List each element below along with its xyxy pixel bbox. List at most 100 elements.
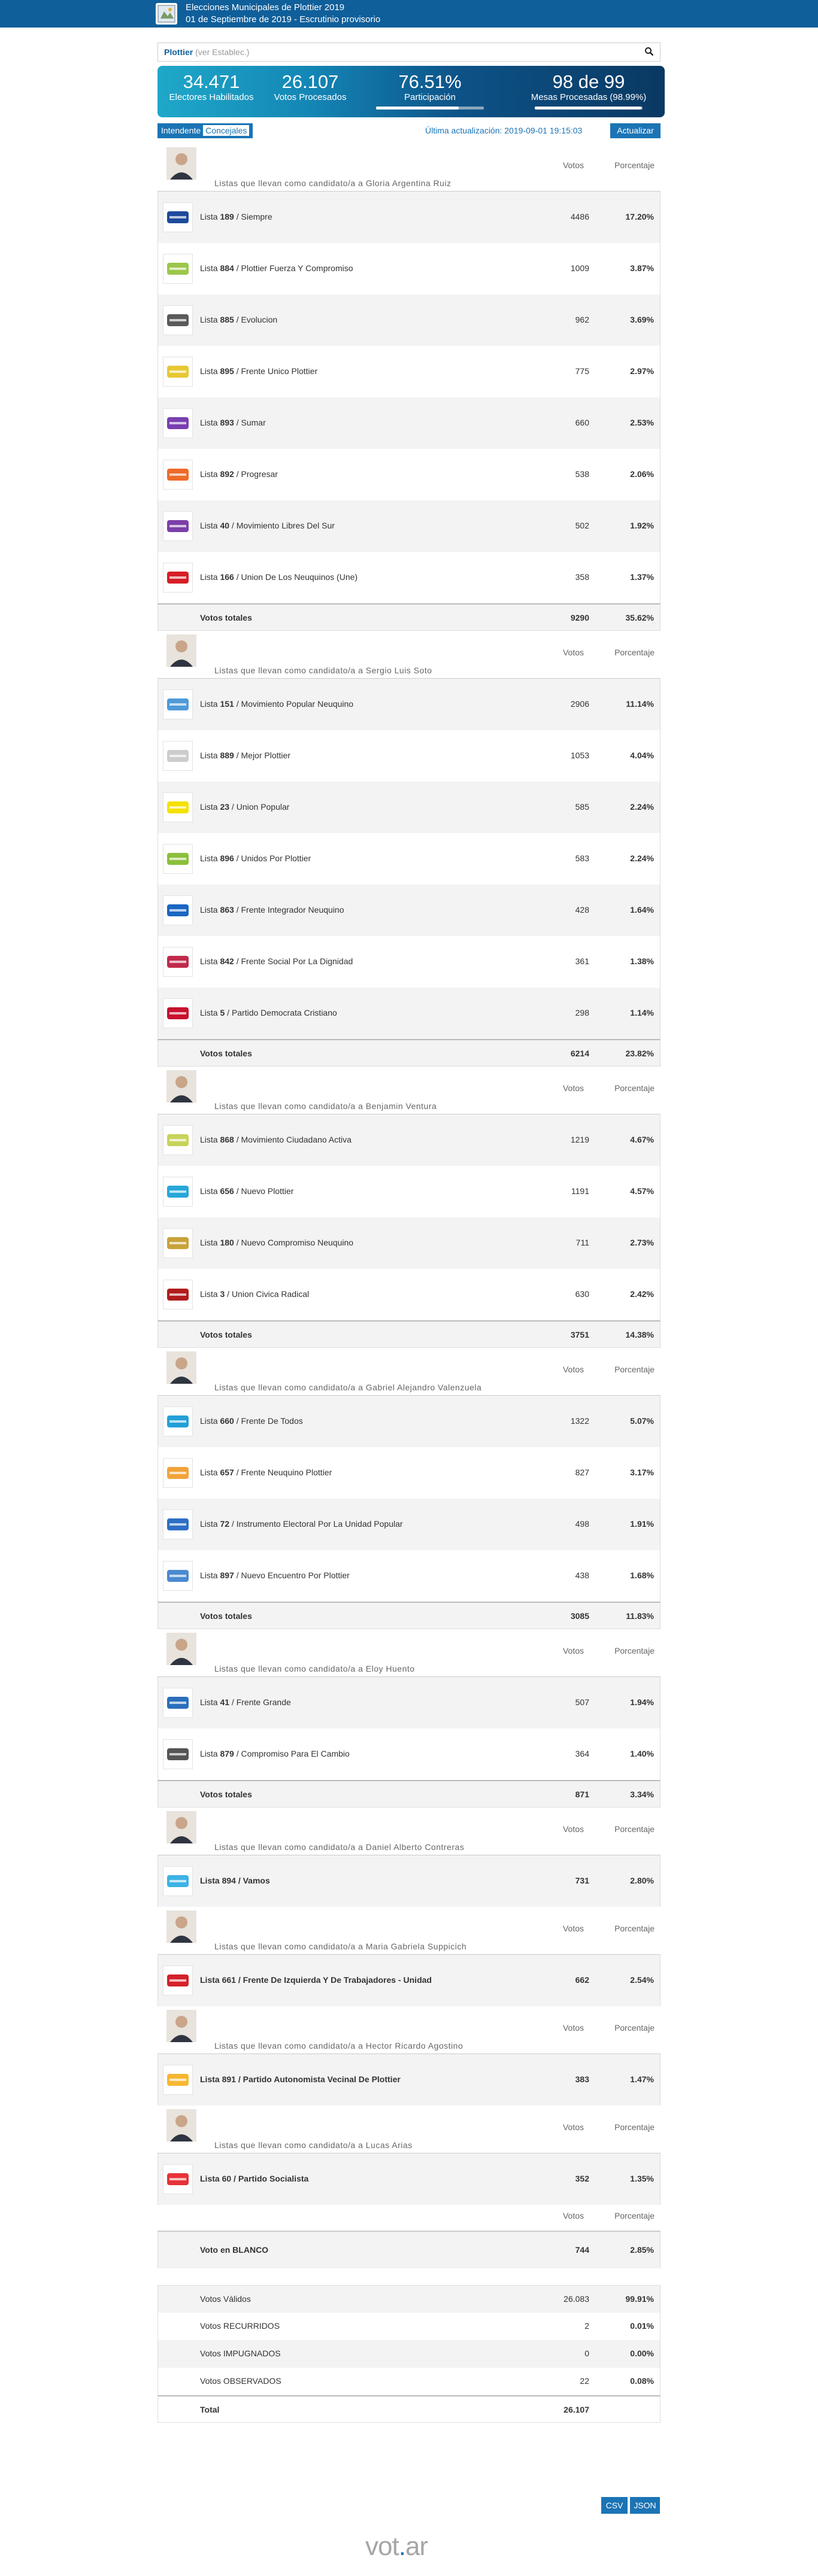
party-list-row[interactable]: Lista 41 / Frente Grande 507 1.94%: [157, 1677, 661, 1729]
brand-text-b: ar: [405, 2532, 428, 2561]
tab-intendente[interactable]: Intendente: [161, 126, 201, 135]
party-list-row[interactable]: Lista 895 / Frente Unico Plottier 775 2.97…: [157, 346, 661, 397]
party-list-row[interactable]: Lista 891 / Partido Autonomista Vecinal …: [157, 2054, 661, 2106]
party-list-row[interactable]: Lista 863 / Frente Integrador Neuquino 42…: [157, 885, 661, 936]
votos-column-header: Votos: [562, 648, 584, 657]
candidate-caption: Listas que llevan como candidato/a a Glo…: [214, 178, 452, 188]
party-list-row[interactable]: Lista 166 / Union De Los Neuquinos (Une)…: [157, 552, 661, 603]
party-list-row[interactable]: Lista 885 / Evolucion 962 3.69%: [157, 294, 661, 346]
lista-prefix: Lista: [200, 1008, 218, 1017]
list-votes: 2906: [570, 699, 589, 709]
list-votes: 1053: [570, 751, 589, 760]
party-list-row[interactable]: Lista 23 / Union Popular 585 2.24%: [157, 782, 661, 833]
candidate-caption: Listas que llevan como candidato/a a Elo…: [214, 1664, 415, 1673]
summary-votes: 26.083: [563, 2294, 589, 2304]
tab-concejales[interactable]: Concejales: [203, 125, 250, 136]
party-list-name: Lista 893 / Sumar: [200, 418, 266, 427]
party-logo-icon: [163, 2164, 193, 2194]
candidate-header: Listas que llevan como candidato/a a Dan…: [157, 1808, 661, 1855]
lista-party: Partido Democrata Cristiano: [231, 1008, 337, 1017]
party-list-row[interactable]: Lista 897 / Nuevo Encuentro Por Plottier…: [157, 1550, 661, 1602]
party-list-name: Lista 656 / Nuevo Plottier: [200, 1186, 294, 1196]
party-list-row[interactable]: Lista 72 / Instrumento Electoral Por La …: [157, 1499, 661, 1550]
party-list-row[interactable]: Lista 60 / Partido Socialista 352 1.35%: [157, 2153, 661, 2205]
party-list-row[interactable]: Lista 894 / Vamos 731 2.80%: [157, 1855, 661, 1907]
total-votes: 3751: [570, 1330, 589, 1339]
party-list-row[interactable]: Lista 189 / Siempre 4486 17.20%: [157, 192, 661, 243]
party-list-name: Lista 884 / Plottier Fuerza Y Compromiso: [200, 263, 353, 273]
list-votes: 298: [575, 1008, 589, 1017]
party-list-row[interactable]: Lista 868 / Movimiento Ciudadano Activa 1…: [157, 1114, 661, 1166]
party-logo-icon: [163, 895, 193, 925]
candidate-caption: Listas que llevan como candidato/a a Mar…: [214, 1942, 467, 1951]
lista-prefix: Lista: [200, 1238, 218, 1247]
lista-number: 897: [220, 1570, 234, 1580]
party-list-row[interactable]: Lista 884 / Plottier Fuerza Y Compromiso…: [157, 243, 661, 294]
summary-votes: 22: [580, 2376, 589, 2386]
participacion-bar-fill: [376, 107, 459, 110]
party-list-row[interactable]: Lista 180 / Nuevo Compromiso Neuquino 711…: [157, 1217, 661, 1269]
votos-column-header: Votos: [562, 2122, 584, 2132]
search-hint: (ver Establec.): [195, 47, 250, 57]
list-votes: 583: [575, 853, 589, 863]
party-list-row[interactable]: Lista 5 / Partido Democrata Cristiano 298…: [157, 988, 661, 1039]
lista-prefix: Lista: [200, 315, 218, 324]
votos-column-header: Votos: [562, 2023, 584, 2033]
json-button[interactable]: JSON: [630, 2497, 660, 2514]
cargo-selector[interactable]: Intendente Concejales: [157, 123, 253, 138]
top-bar: Elecciones Municipales de Plottier 2019 …: [0, 0, 818, 28]
candidate-header: Listas que llevan como candidato/a a Hec…: [157, 2006, 661, 2054]
participacion-stat: 76.51% Participación: [370, 72, 490, 110]
party-list-name: Lista 3 / Union Civica Radical: [200, 1289, 310, 1299]
list-votes: 502: [575, 521, 589, 530]
search-icon[interactable]: [644, 47, 654, 58]
stats-panel: 34.471 Electores Habilitados 26.107 Voto…: [157, 66, 665, 117]
party-list-row[interactable]: Lista 896 / Unidos Por Plottier 583 2.24%: [157, 833, 661, 885]
party-list-row[interactable]: Lista 842 / Frente Social Por La Dignida…: [157, 936, 661, 988]
party-list-name: Lista 40 / Movimiento Libres Del Sur: [200, 521, 335, 530]
lista-party: Progresar: [241, 469, 278, 479]
lista-prefix: Lista: [200, 1975, 220, 1985]
party-list-row[interactable]: Lista 657 / Frente Neuquino Plottier 827 3…: [157, 1447, 661, 1499]
refresh-button[interactable]: Actualizar: [610, 123, 661, 138]
party-list-row[interactable]: Lista 892 / Progresar 538 2.06%: [157, 449, 661, 500]
party-logo-icon: [163, 1561, 193, 1591]
lista-prefix: Lista: [200, 366, 218, 376]
party-list-row[interactable]: Lista 40 / Movimiento Libres Del Sur 502 1…: [157, 500, 661, 552]
list-votes: 1219: [570, 1135, 589, 1144]
total-percentage: 14.38%: [625, 1330, 654, 1339]
party-list-row[interactable]: Lista 3 / Union Civica Radical 630 2.42%: [157, 1269, 661, 1320]
search-value: Plottier: [164, 47, 193, 57]
list-votes: 1322: [570, 1416, 589, 1426]
lista-number: 656: [220, 1186, 234, 1196]
participacion-label: Participación: [404, 92, 456, 102]
party-logo-icon: [163, 305, 193, 335]
party-list-row[interactable]: Lista 661 / Frente De Izquierda Y De Tra…: [157, 1955, 661, 2006]
lista-prefix: Lista: [200, 521, 218, 530]
party-list-name: Lista 151 / Movimiento Popular Neuquino: [200, 699, 354, 709]
party-list-row[interactable]: Lista 660 / Frente De Todos 1322 5.07%: [157, 1396, 661, 1447]
lista-prefix: Lista: [200, 1519, 218, 1529]
list-votes: 630: [575, 1289, 589, 1299]
party-list-name: Lista 895 / Frente Unico Plottier: [200, 366, 318, 376]
lista-party: Movimiento Ciudadano Activa: [241, 1135, 352, 1144]
party-list-row[interactable]: Lista 656 / Nuevo Plottier 1191 4.57%: [157, 1166, 661, 1217]
lista-party: Partido Autonomista Vecinal De Plottier: [243, 2074, 401, 2084]
lista-number: 893: [220, 418, 234, 427]
party-list-name: Lista 842 / Frente Social Por La Dignida…: [200, 956, 353, 966]
party-list-row[interactable]: Lista 889 / Mejor Plottier 1053 4.04%: [157, 730, 661, 782]
blanco-header: Votos Porcentaje: [157, 2205, 661, 2231]
list-percentage: 2.53%: [630, 418, 654, 427]
lista-party: Movimiento Popular Neuquino: [241, 699, 354, 709]
party-logo-icon: [163, 1458, 193, 1488]
summary-votes: 0: [584, 2349, 589, 2358]
list-percentage: 2.42%: [630, 1289, 654, 1299]
list-percentage: 2.97%: [630, 366, 654, 376]
party-list-row[interactable]: Lista 879 / Compromiso Para El Cambio 364…: [157, 1729, 661, 1780]
party-list-row[interactable]: Lista 893 / Sumar 660 2.53%: [157, 397, 661, 449]
party-list-row[interactable]: Lista 151 / Movimiento Popular Neuquino 2…: [157, 679, 661, 730]
csv-button[interactable]: CSV: [601, 2497, 628, 2514]
votar-logo[interactable]: vot.ar: [365, 2532, 428, 2562]
location-search-input[interactable]: Plottier (ver Establec.): [157, 42, 661, 62]
votos-column-header: Votos: [562, 2211, 584, 2220]
